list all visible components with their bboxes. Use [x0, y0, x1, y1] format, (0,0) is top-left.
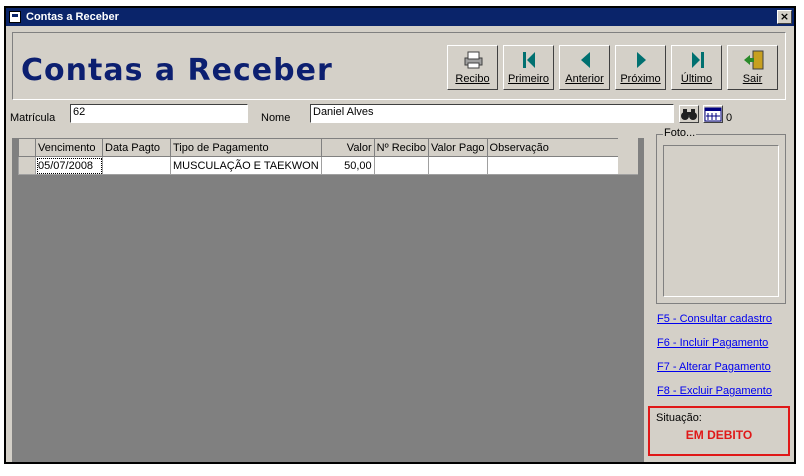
status-box: Situação: EM DEBITO — [648, 406, 790, 456]
shortcut-incluir-pagamento[interactable]: F6 - Incluir Pagamento — [657, 337, 768, 349]
column-header-recibo[interactable]: Nº Recibo — [373, 138, 429, 157]
shortcut-alterar-pagamento[interactable]: F7 - Alterar Pagamento — [657, 361, 771, 373]
shortcut-consultar-cadastro[interactable]: F5 - Consultar cadastro — [657, 313, 772, 325]
cell-observacao[interactable] — [486, 156, 638, 175]
matricula-label: Matrícula — [10, 112, 56, 124]
close-button[interactable]: × — [777, 10, 792, 24]
column-header-data-pagto[interactable]: Data Pagto — [102, 138, 171, 157]
shortcut-excluir-pagamento[interactable]: F8 - Excluir Pagamento — [657, 385, 772, 397]
header-panel: Contas a Receber Recibo Primeiro Anterio… — [12, 32, 786, 100]
printer-icon — [448, 49, 497, 71]
page-title: Contas a Receber — [21, 53, 333, 88]
row-indicator[interactable] — [18, 156, 36, 175]
title-bar[interactable]: Contas a Receber × — [6, 8, 794, 26]
table-header-row: Vencimento Data Pagto Tipo de Pagamento … — [18, 138, 638, 157]
matricula-field[interactable]: 62 — [70, 104, 248, 123]
column-header-valor[interactable]: Valor — [320, 138, 375, 157]
column-header-valor-pago[interactable]: Valor Pago — [427, 138, 488, 157]
next-record-icon — [616, 49, 665, 71]
first-record-icon — [504, 49, 553, 71]
recibo-button[interactable]: Recibo — [447, 45, 498, 90]
sair-label: Sair — [742, 73, 763, 85]
sair-button[interactable]: Sair — [727, 45, 778, 90]
cell-valor-pago[interactable] — [427, 156, 488, 175]
table-row[interactable]: 05/07/2008 MUSCULAÇÃO E TAEKWON 50,00 — [18, 156, 638, 175]
photo-frame: Foto... — [656, 127, 786, 304]
column-header-observacao[interactable]: Observação — [486, 138, 638, 157]
payments-table: Vencimento Data Pagto Tipo de Pagamento … — [18, 138, 638, 175]
cell-recibo[interactable] — [373, 156, 429, 175]
photo-area[interactable] — [663, 145, 779, 297]
previous-record-icon — [560, 49, 609, 71]
payments-grid[interactable]: Vencimento Data Pagto Tipo de Pagamento … — [12, 138, 644, 462]
primeiro-button[interactable]: Primeiro — [503, 45, 554, 90]
contas-a-receber-window: Contas a Receber × Contas a Receber Reci… — [4, 6, 796, 464]
proximo-button[interactable]: Próximo — [615, 45, 666, 90]
photo-caption: Foto... — [663, 127, 697, 139]
column-header-tipo[interactable]: Tipo de Pagamento — [170, 138, 322, 157]
window-title: Contas a Receber — [26, 11, 119, 23]
cell-tipo[interactable]: MUSCULAÇÃO E TAEKWON — [170, 156, 322, 175]
row-indicator-header — [18, 138, 36, 157]
anterior-label: Anterior — [565, 73, 604, 85]
proximo-label: Próximo — [620, 73, 661, 85]
ultimo-label: Último — [680, 73, 713, 85]
recibo-label: Recibo — [455, 73, 490, 85]
last-record-icon — [672, 49, 721, 71]
cell-valor[interactable]: 50,00 — [320, 156, 375, 175]
nome-field[interactable]: Daniel Alves — [310, 104, 674, 123]
status-value: EM DEBITO — [685, 428, 753, 442]
right-panel: Foto... F5 - Consultar cadastro F6 - Inc… — [644, 106, 794, 462]
cell-data-pagto[interactable] — [102, 156, 171, 175]
window-icon — [9, 11, 21, 23]
status-label: Situação: — [656, 412, 702, 424]
nome-label: Nome — [261, 112, 291, 124]
cell-vencimento[interactable]: 05/07/2008 — [35, 156, 103, 175]
exit-door-icon — [728, 49, 777, 71]
grid-scroll-corner — [618, 138, 638, 174]
primeiro-label: Primeiro — [508, 73, 549, 85]
column-header-vencimento[interactable]: Vencimento — [35, 138, 103, 157]
anterior-button[interactable]: Anterior — [559, 45, 610, 90]
ultimo-button[interactable]: Último — [671, 45, 722, 90]
